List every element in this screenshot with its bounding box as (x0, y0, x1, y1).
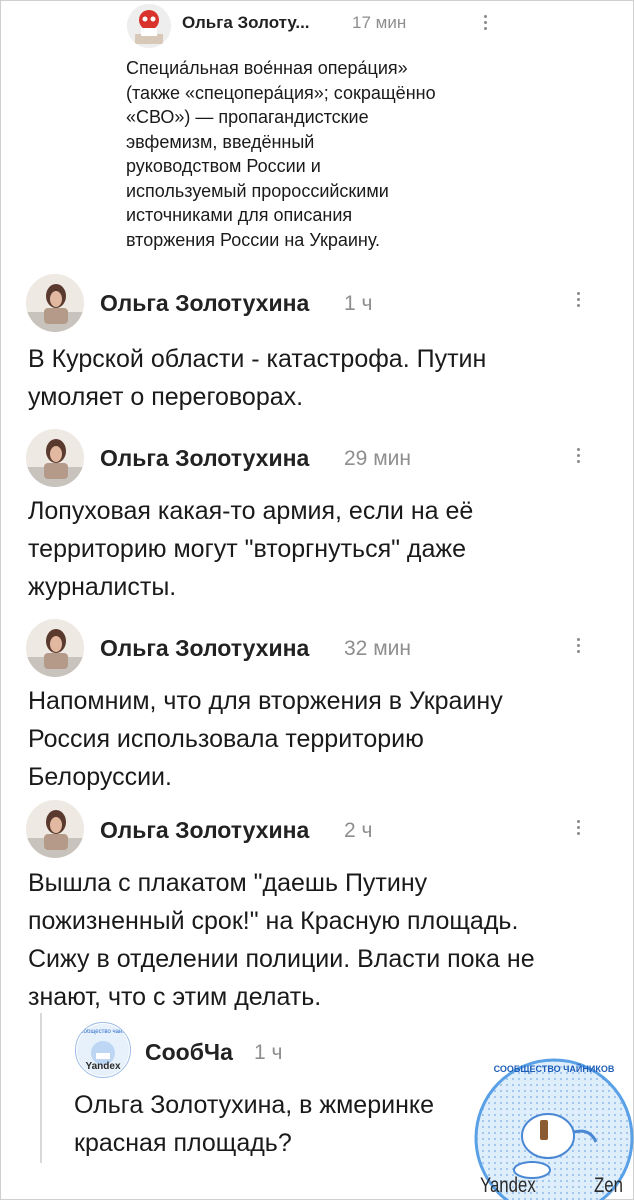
watermark-title: СООБЩЕСТВО ЧАЙНИКОВ (493, 1064, 615, 1074)
comment-author[interactable]: Ольга Золотухина (100, 817, 309, 844)
quoted-author[interactable]: Ольга Золоту... (182, 13, 310, 33)
reply-author[interactable]: СообЧа (145, 1039, 233, 1066)
comment-text: Лопуховая какая-то армия, если на её тер… (28, 497, 474, 601)
community-watermark: СООБЩЕСТВО ЧАЙНИКОВ Yandex Zen (474, 1058, 634, 1200)
reply-avatar[interactable]: ообщество чайн Yandex (75, 1022, 131, 1078)
reply-avatar-brand: Yandex (85, 1061, 121, 1072)
comment-more-icon[interactable] (575, 292, 581, 307)
comment-time: 29 мин (344, 447, 411, 470)
comment-more-icon[interactable] (575, 448, 581, 463)
watermark-brand-right: Zen (594, 1174, 623, 1197)
comment-more-icon[interactable] (575, 638, 581, 653)
comment-author[interactable]: Ольга Золотухина (100, 635, 309, 662)
comment-text: В Курской области - катастрофа. Путин ум… (28, 345, 487, 411)
comment-more-icon[interactable] (575, 820, 581, 835)
watermark-brand-left: Yandex (480, 1174, 536, 1197)
comment-avatar[interactable] (26, 429, 84, 487)
quoted-avatar[interactable] (127, 4, 171, 48)
reply-avatar-caption: ообщество чайн (80, 1029, 126, 1035)
comment-text: Вышла с плакатом "даешь Путину пожизненн… (28, 869, 535, 1011)
reply-time: 1 ч (254, 1041, 283, 1064)
comment-avatar[interactable] (26, 274, 84, 332)
comment-time: 1 ч (344, 292, 373, 315)
comment-avatar[interactable] (26, 619, 84, 677)
quoted-time: 17 мин (352, 13, 407, 32)
reply-thread-line (40, 1013, 42, 1163)
comment-text: Напомним, что для вторжения в Украину Ро… (28, 687, 503, 791)
quoted-text: Специа́льная вое́нная опера́ция» (также … (126, 58, 436, 250)
comment-author[interactable]: Ольга Золотухина (100, 445, 309, 472)
comment-avatar[interactable] (26, 800, 84, 858)
comment-time: 2 ч (344, 819, 373, 842)
comment-time: 32 мин (344, 637, 411, 660)
comment-author[interactable]: Ольга Золотухина (100, 290, 309, 317)
quoted-more-icon[interactable] (482, 15, 488, 30)
reply-text: Ольга Золотухина, в жмеринке красная пло… (74, 1091, 435, 1157)
